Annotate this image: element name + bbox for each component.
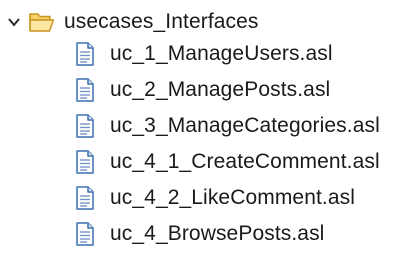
tree-item-file[interactable]: uc_4_2_LikeComment.asl bbox=[74, 182, 355, 214]
text-file-icon bbox=[74, 221, 96, 247]
tree-item-file[interactable]: uc_2_ManagePosts.asl bbox=[74, 74, 330, 106]
tree-item-file[interactable]: uc_1_ManageUsers.asl bbox=[74, 38, 333, 70]
tree-item-file[interactable]: uc_3_ManageCategories.asl bbox=[74, 110, 380, 142]
text-file-icon bbox=[74, 185, 96, 211]
text-file-icon bbox=[74, 41, 96, 67]
project-explorer-tree: usecases_Interfaces uc_1_ManageUsers.asl bbox=[0, 0, 405, 253]
text-file-icon bbox=[74, 149, 96, 175]
tree-item-file[interactable]: uc_4_1_CreateComment.asl bbox=[74, 146, 380, 178]
chevron-down-icon[interactable] bbox=[6, 14, 22, 30]
tree-item-file[interactable]: uc_4_BrowsePosts.asl bbox=[74, 218, 324, 250]
folder-open-icon bbox=[28, 10, 56, 34]
file-label: uc_4_2_LikeComment.asl bbox=[110, 186, 356, 209]
tree-item-folder[interactable]: usecases_Interfaces bbox=[6, 6, 259, 38]
folder-label: usecases_Interfaces bbox=[64, 10, 259, 33]
file-label: uc_1_ManageUsers.asl bbox=[110, 42, 333, 65]
file-label: uc_4_1_CreateComment.asl bbox=[110, 150, 380, 173]
file-label: uc_3_ManageCategories.asl bbox=[110, 114, 380, 137]
file-label: uc_2_ManagePosts.asl bbox=[110, 78, 331, 101]
file-label: uc_4_BrowsePosts.asl bbox=[110, 222, 325, 245]
text-file-icon bbox=[74, 113, 96, 139]
text-file-icon bbox=[74, 77, 96, 103]
